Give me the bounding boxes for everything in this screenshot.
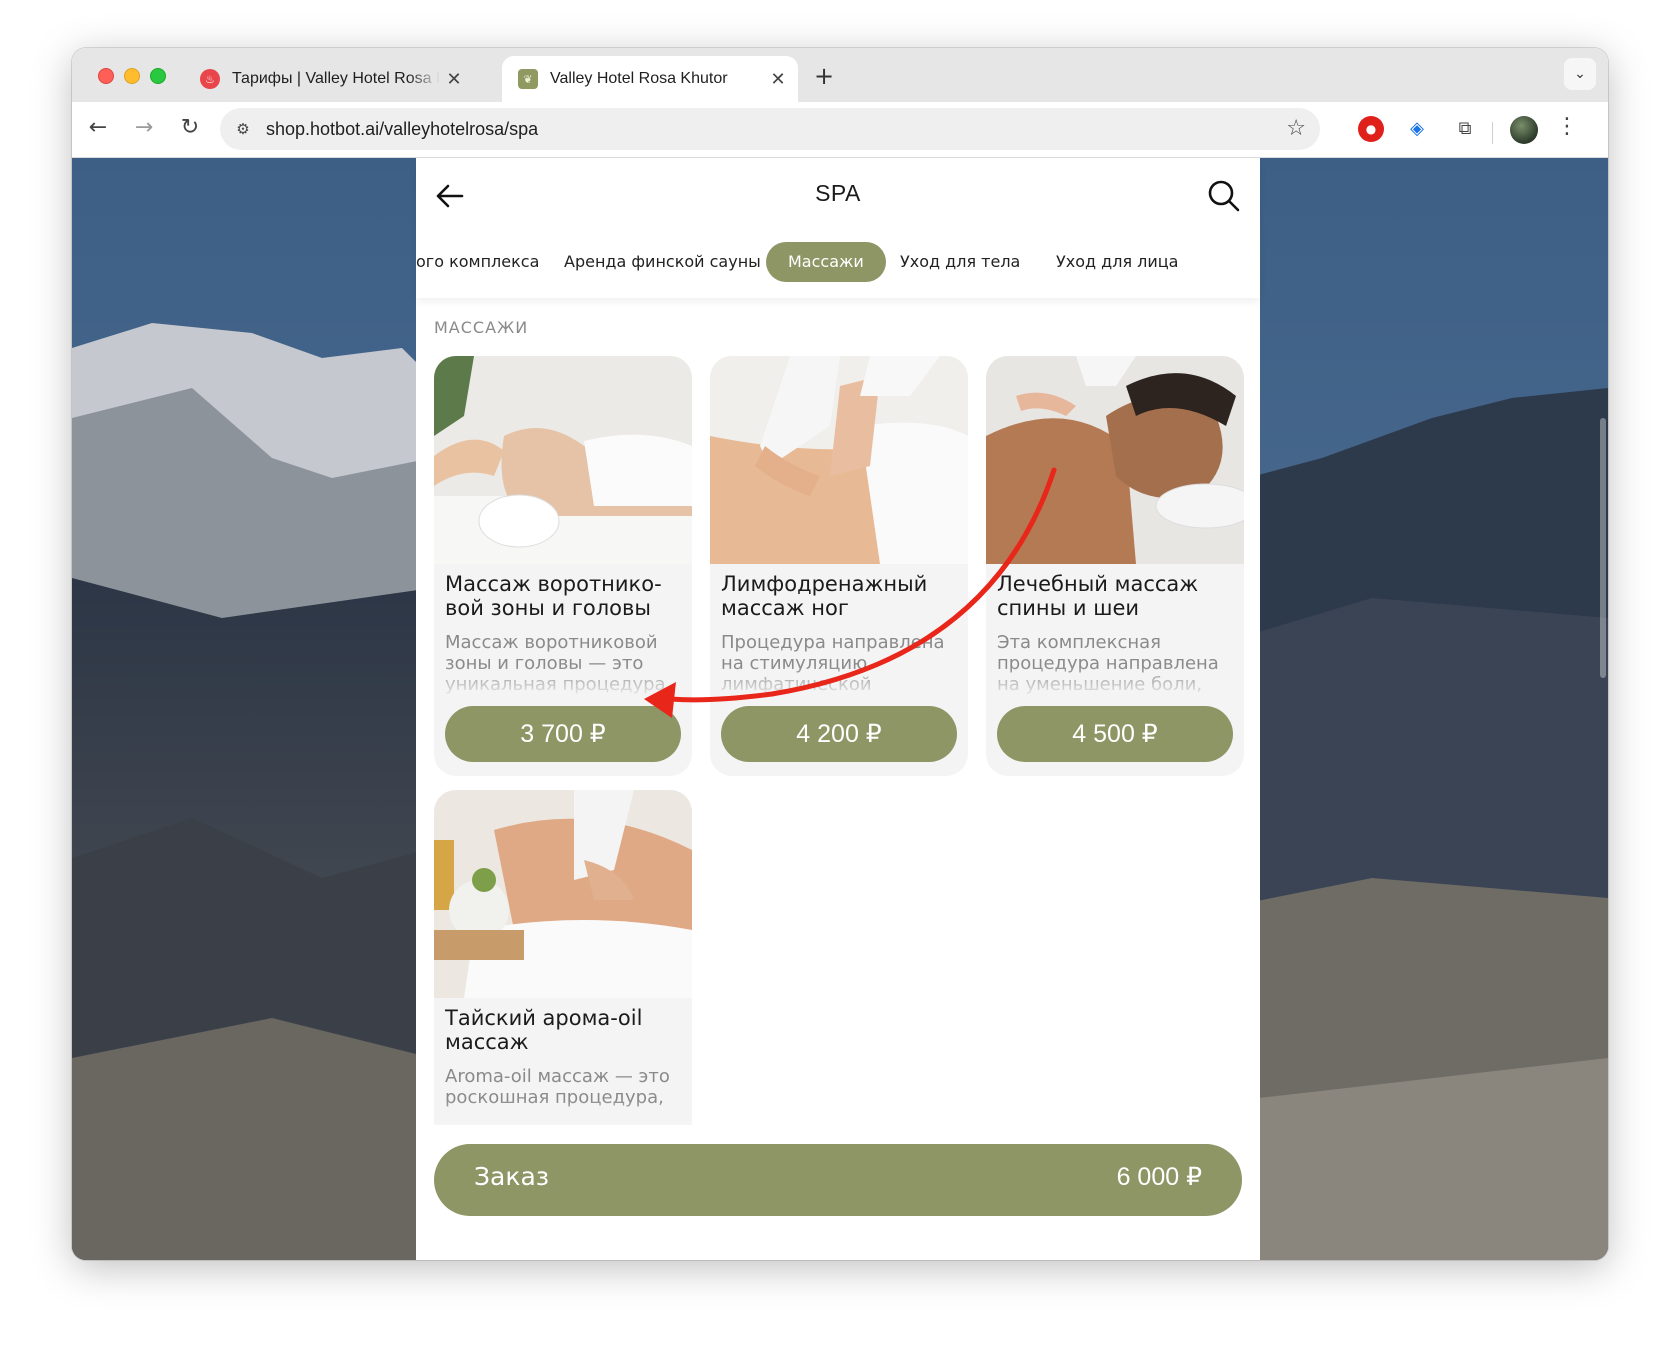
page-scrollbar[interactable] xyxy=(1600,418,1606,678)
section-title: МАССАЖИ xyxy=(434,318,529,337)
product-name: Тайский арома-oil массаж xyxy=(445,1006,643,1054)
forward-nav-icon[interactable]: → xyxy=(126,110,162,146)
category-tabs: ого комплекса Аренда финской сауны Масса… xyxy=(416,242,1260,286)
search-icon[interactable] xyxy=(1204,176,1244,216)
product-description: Эта комплексная процедура направлена на … xyxy=(997,632,1219,694)
extensions-puzzle-icon[interactable]: ⧉ xyxy=(1452,116,1478,142)
add-to-order-price-button[interactable]: 3 700 ₽ xyxy=(445,706,681,762)
category-tab-massages[interactable]: Массажи xyxy=(766,242,886,282)
toolbar-divider xyxy=(1492,122,1493,144)
browser-tab-tariffs[interactable]: ♨ Тарифы | Valley Hotel Rosa Khutor ✕ xyxy=(184,56,474,102)
tag-extension-icon[interactable]: ◈ xyxy=(1404,116,1430,142)
product-description: Процедура направлена на стимуляцию лимфа… xyxy=(721,632,945,694)
thai-oil-massage-photo xyxy=(434,790,692,998)
add-to-order-price-button[interactable]: 4 500 ₽ xyxy=(997,706,1233,762)
reload-icon[interactable]: ↻ xyxy=(172,110,208,146)
product-card[interactable]: Тайский арома-oil массаж Aroma-oil масса… xyxy=(434,790,692,1125)
browser-menu-icon[interactable]: ⋮ xyxy=(1556,114,1578,139)
bookmark-star-icon[interactable]: ☆ xyxy=(1286,116,1306,141)
product-card[interactable]: Лечебный массаж спины и шеи Эта комплекс… xyxy=(986,356,1244,776)
product-name: Массаж воротнико- вой зоны и головы xyxy=(445,572,662,620)
tab-title: Тарифы | Valley Hotel Rosa Khutor xyxy=(232,70,440,87)
product-description: Aroma-oil массаж — это роскошная процеду… xyxy=(445,1066,670,1108)
order-button[interactable]: Заказ 6 000 ₽ xyxy=(434,1144,1242,1216)
order-total: 6 000 ₽ xyxy=(1116,1163,1202,1191)
category-tab-sauna[interactable]: Аренда финской сауны xyxy=(542,242,783,282)
browser-window: ♨ Тарифы | Valley Hotel Rosa Khutor ✕ ❦ … xyxy=(72,48,1608,1260)
minimize-window-button[interactable] xyxy=(124,68,140,84)
url-text[interactable]: shop.hotbot.ai/valleyhotelrosa/spa xyxy=(266,119,538,140)
order-label: Заказ xyxy=(474,1162,550,1191)
close-window-button[interactable] xyxy=(98,68,114,84)
spa-shop-panel: SPA ого комплекса Аренда финской сауны М… xyxy=(416,158,1260,1260)
browser-toolbar: ← → ↻ ⚙ shop.hotbot.ai/valleyhotelrosa/s… xyxy=(72,102,1608,158)
category-tab-body-care[interactable]: Уход для тела xyxy=(878,242,1042,282)
flame-favicon-icon: ♨ xyxy=(200,69,220,89)
page-viewport: SPA ого комплекса Аренда финской сауны М… xyxy=(72,158,1608,1260)
back-massage-photo xyxy=(986,356,1244,564)
page-title: SPA xyxy=(815,180,861,206)
product-card[interactable]: Лимфодренажный массаж ног Процедура напр… xyxy=(710,356,968,776)
tab-title: Valley Hotel Rosa Khutor xyxy=(550,70,728,87)
product-card[interactable]: Массаж воротнико- вой зоны и головы Масс… xyxy=(434,356,692,776)
leg-massage-photo xyxy=(710,356,968,564)
tab-strip: ♨ Тарифы | Valley Hotel Rosa Khutor ✕ ❦ … xyxy=(72,48,1608,102)
hotel-logo-favicon-icon: ❦ xyxy=(518,69,538,89)
massage-head-photo xyxy=(434,356,692,564)
category-tab-complex[interactable]: ого комплекса xyxy=(416,242,561,282)
back-nav-icon[interactable]: ← xyxy=(80,110,116,146)
category-tab-face-care[interactable]: Уход для лица xyxy=(1034,242,1200,282)
add-to-order-price-button[interactable]: 4 200 ₽ xyxy=(721,706,957,762)
new-tab-button[interactable]: + xyxy=(814,62,834,90)
tab-search-chevron-icon[interactable]: ⌄ xyxy=(1564,58,1596,90)
profile-avatar[interactable] xyxy=(1510,116,1538,144)
browser-tab-hotel[interactable]: ❦ Valley Hotel Rosa Khutor ✕ xyxy=(502,56,798,102)
product-name: Лимфодренажный массаж ног xyxy=(721,572,928,620)
zoom-window-button[interactable] xyxy=(150,68,166,84)
address-bar[interactable]: ⚙ shop.hotbot.ai/valleyhotelrosa/spa ☆ xyxy=(220,108,1320,150)
product-description: Массаж воротниковой зоны и головы — это … xyxy=(445,632,672,694)
product-name: Лечебный массаж спины и шеи xyxy=(997,572,1199,620)
close-tab-icon[interactable]: ✕ xyxy=(440,69,468,90)
app-header: SPA ого комплекса Аренда финской сауны М… xyxy=(416,158,1260,298)
site-settings-icon[interactable]: ⚙ xyxy=(232,118,254,140)
close-tab-icon[interactable]: ✕ xyxy=(764,69,792,90)
adblock-extension-icon[interactable]: ● xyxy=(1358,116,1384,142)
